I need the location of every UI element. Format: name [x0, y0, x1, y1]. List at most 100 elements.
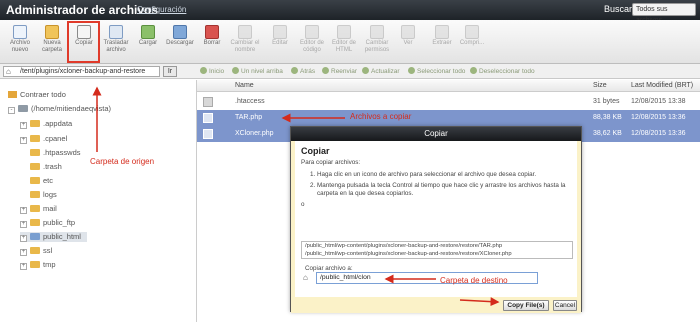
- tree-item-public-html[interactable]: + public_html: [20, 232, 87, 242]
- tree-item-tmp[interactable]: + tmp: [20, 260, 56, 270]
- tree-item-label: .appdata: [43, 119, 73, 128]
- copy-files-button[interactable]: Copy File(s): [503, 300, 549, 311]
- tree-root-label: (/home/mitiendaeqvista): [31, 104, 112, 113]
- edit-button[interactable]: Editar: [264, 22, 296, 47]
- expand-icon: +: [20, 137, 27, 144]
- tree-item-logs[interactable]: logs: [30, 190, 57, 199]
- tree-item-appdata[interactable]: + .appdata: [20, 119, 72, 129]
- search-scope-select[interactable]: Todos sus archivos: [632, 3, 696, 24]
- address-bar: ⌂ /tent/plugins/xcloner-backup-and-resto…: [0, 64, 700, 79]
- collapse-all-button[interactable]: Contraer todo: [8, 90, 66, 99]
- folder-icon: [30, 149, 40, 156]
- select-all-label: Seleccionar todo: [417, 68, 466, 75]
- new-file-button[interactable]: Archivo nuevo: [4, 22, 36, 54]
- file-row[interactable]: TAR.php 88,38 KB 12/08/2015 13:36: [197, 110, 700, 126]
- file-name: XCloner.php: [235, 130, 274, 137]
- folder-icon: [30, 205, 40, 212]
- extract-button[interactable]: Extraer: [426, 22, 458, 47]
- view-button[interactable]: Ver: [392, 22, 424, 47]
- back-arrow-icon: [291, 67, 298, 74]
- deselect-all-button[interactable]: Deseleccionar todo: [470, 67, 535, 75]
- tree-item-label: etc: [43, 176, 54, 185]
- select-all-button[interactable]: Seleccionar todo: [408, 67, 465, 75]
- reload-button[interactable]: Actualizar: [362, 67, 400, 75]
- tree-item-label: public_html: [43, 232, 81, 241]
- download-button[interactable]: Descargar: [164, 22, 196, 47]
- file-list-header: Name Size Last Modified (BRT): [197, 80, 700, 92]
- modified-column-header[interactable]: Last Modified (BRT): [631, 82, 693, 89]
- folder-icon: [30, 135, 40, 142]
- name-column-header[interactable]: Name: [235, 82, 254, 89]
- file-modified: 12/08/2015 13:38: [631, 98, 686, 105]
- html-editor-button[interactable]: Editor de HTML: [328, 22, 360, 54]
- move-button[interactable]: Trasladar archivo: [100, 22, 132, 54]
- new-folder-label: Nueva carpeta: [41, 40, 62, 53]
- move-label: Trasladar archivo: [103, 40, 129, 53]
- dialog-instructions: Copiar Para copiar archivos: Haga clic e…: [301, 147, 571, 209]
- toolbar: Archivo nuevo Nueva carpeta Copiar Trasl…: [0, 20, 700, 64]
- tree-item-cpanel[interactable]: + .cpanel: [20, 134, 67, 144]
- forward-button[interactable]: Reenviar: [322, 67, 357, 75]
- rename-icon: [238, 25, 252, 39]
- rename-button[interactable]: Cambiar el nombre: [228, 22, 262, 54]
- deselect-all-icon: [470, 67, 477, 74]
- compress-button[interactable]: Compri...: [456, 22, 488, 47]
- view-label: Ver: [403, 40, 413, 46]
- upload-label: Cargar: [138, 40, 158, 46]
- folder-icon: [30, 219, 40, 226]
- tree-item-mail[interactable]: + mail: [20, 204, 57, 214]
- delete-icon: [205, 25, 219, 39]
- tree-item-trash[interactable]: .trash: [30, 162, 62, 171]
- up-one-level-button[interactable]: Un nivel arriba: [232, 67, 283, 75]
- back-button[interactable]: Atrás: [291, 67, 315, 75]
- delete-label: Borrar: [203, 40, 221, 46]
- tree-item-label: ssl: [43, 246, 53, 255]
- tree-item-etc[interactable]: etc: [30, 176, 53, 185]
- folder-tree: Contraer todo - (/home/mitiendaeqvista) +…: [0, 80, 196, 322]
- home-icon: ⌂: [6, 67, 11, 76]
- expand-icon: +: [20, 221, 27, 228]
- tree-item-label: mail: [43, 204, 57, 213]
- configuration-link[interactable]: Configuración: [137, 5, 186, 14]
- home-nav-button[interactable]: Inicio: [200, 67, 224, 75]
- tree-item-label: .trash: [43, 162, 62, 171]
- html-editor-label: Editor de HTML: [331, 40, 356, 53]
- file-name: .htaccess: [235, 98, 265, 105]
- tree-item-label: .htpasswds: [43, 148, 81, 157]
- tree-item-htpasswds[interactable]: .htpasswds: [30, 148, 81, 157]
- file-size: 88,38 KB: [593, 114, 622, 121]
- instruction-step: Haga clic en un icono de archivo para se…: [317, 171, 571, 179]
- path-value: /tent/plugins/xcloner-backup-and-restore: [20, 68, 146, 75]
- go-button[interactable]: Ir: [163, 66, 177, 77]
- back-label: Atrás: [300, 68, 316, 75]
- tree-root[interactable]: - (/home/mitiendaeqvista): [8, 104, 111, 114]
- new-file-icon: [13, 25, 27, 39]
- new-folder-button[interactable]: Nueva carpeta: [36, 22, 68, 54]
- tree-item-ssl[interactable]: + ssl: [20, 246, 52, 256]
- code-editor-button[interactable]: Editor de código: [296, 22, 328, 54]
- compress-icon: [465, 25, 479, 39]
- expand-icon: +: [20, 122, 27, 129]
- size-column-header[interactable]: Size: [593, 82, 607, 89]
- edit-label: Editar: [272, 40, 288, 46]
- expand-icon: +: [20, 235, 27, 242]
- files-to-copy-annotation: Archivos a copiar: [350, 112, 412, 121]
- extract-label: Extraer: [432, 40, 452, 46]
- php-file-icon: [203, 129, 213, 139]
- path-input[interactable]: ⌂ /tent/plugins/xcloner-backup-and-resto…: [3, 66, 160, 77]
- permissions-button[interactable]: Cambiar permisos: [360, 22, 394, 54]
- view-icon: [401, 25, 415, 39]
- globe-folder-icon: [30, 233, 40, 240]
- collapse-toggle-icon: -: [8, 107, 15, 114]
- selected-files-box: /public_html/wp-content/plugins/xcloner-…: [301, 241, 573, 259]
- download-label: Descargar: [166, 40, 194, 46]
- delete-button[interactable]: Borrar: [196, 22, 228, 47]
- cancel-button[interactable]: Cancel: [553, 300, 577, 311]
- move-icon: [109, 25, 123, 39]
- file-row[interactable]: .htaccess 31 bytes 12/08/2015 13:38: [197, 94, 700, 110]
- upload-button[interactable]: Cargar: [132, 22, 164, 47]
- expand-icon: +: [20, 263, 27, 270]
- tree-item-public-ftp[interactable]: + public_ftp: [20, 218, 75, 228]
- collapse-icon: [8, 91, 17, 98]
- file-modified: 12/08/2015 13:36: [631, 114, 686, 121]
